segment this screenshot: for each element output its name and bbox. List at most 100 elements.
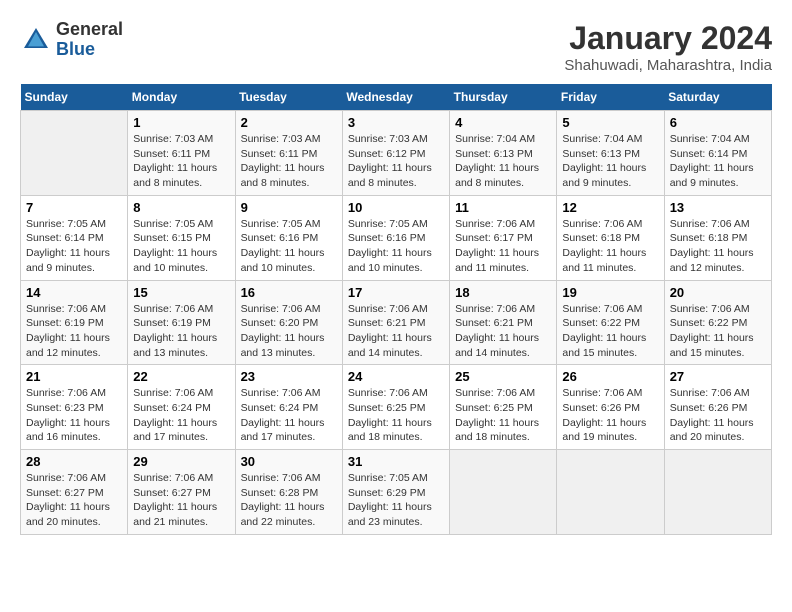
day-number: 21 [26,369,122,384]
calendar-cell [557,450,664,535]
day-number: 28 [26,454,122,469]
day-info: Sunrise: 7:05 AMSunset: 6:16 PMDaylight:… [241,217,337,276]
calendar-cell: 14 Sunrise: 7:06 AMSunset: 6:19 PMDayligh… [21,280,128,365]
day-info: Sunrise: 7:05 AMSunset: 6:15 PMDaylight:… [133,217,229,276]
day-number: 13 [670,200,766,215]
calendar-cell: 16 Sunrise: 7:06 AMSunset: 6:20 PMDayligh… [235,280,342,365]
calendar-cell [21,111,128,196]
calendar-header-row: SundayMondayTuesdayWednesdayThursdayFrid… [21,84,772,111]
calendar-day-header: Friday [557,84,664,111]
day-info: Sunrise: 7:06 AMSunset: 6:26 PMDaylight:… [670,386,766,445]
calendar-body: 1Sunrise: 7:03 AMSunset: 6:11 PMDaylight… [21,111,772,535]
calendar-cell: 1Sunrise: 7:03 AMSunset: 6:11 PMDaylight… [128,111,235,196]
calendar-day-header: Sunday [21,84,128,111]
day-number: 10 [348,200,444,215]
day-info: Sunrise: 7:06 AMSunset: 6:20 PMDaylight:… [241,302,337,361]
logo-blue: Blue [56,40,123,60]
calendar-cell: 18Sunrise: 7:06 AMSunset: 6:21 PMDayligh… [450,280,557,365]
day-number: 16 [241,285,337,300]
subtitle: Shahuwadi, Maharashtra, India [564,57,772,74]
day-info: Sunrise: 7:06 AMSunset: 6:25 PMDaylight:… [455,386,551,445]
calendar-cell: 8 Sunrise: 7:05 AMSunset: 6:15 PMDaylight… [128,195,235,280]
day-info: Sunrise: 7:06 AMSunset: 6:27 PMDaylight:… [133,471,229,530]
day-info: Sunrise: 7:03 AMSunset: 6:11 PMDaylight:… [133,132,229,191]
calendar-week-row: 21 Sunrise: 7:06 AMSunset: 6:23 PMDayligh… [21,365,772,450]
calendar-day-header: Saturday [664,84,771,111]
calendar-cell: 28Sunrise: 7:06 AMSunset: 6:27 PMDayligh… [21,450,128,535]
calendar-week-row: 1Sunrise: 7:03 AMSunset: 6:11 PMDaylight… [21,111,772,196]
day-info: Sunrise: 7:06 AMSunset: 6:18 PMDaylight:… [562,217,658,276]
day-info: Sunrise: 7:05 AMSunset: 6:14 PMDaylight:… [26,217,122,276]
day-number: 30 [241,454,337,469]
day-info: Sunrise: 7:06 AMSunset: 6:28 PMDaylight:… [241,471,337,530]
calendar-cell: 12 Sunrise: 7:06 AMSunset: 6:18 PMDayligh… [557,195,664,280]
calendar-cell: 27 Sunrise: 7:06 AMSunset: 6:26 PMDayligh… [664,365,771,450]
day-number: 12 [562,200,658,215]
day-number: 15 [133,285,229,300]
calendar-cell: 9 Sunrise: 7:05 AMSunset: 6:16 PMDaylight… [235,195,342,280]
day-info: Sunrise: 7:06 AMSunset: 6:22 PMDaylight:… [562,302,658,361]
day-info: Sunrise: 7:03 AMSunset: 6:12 PMDaylight:… [348,132,444,191]
day-info: Sunrise: 7:06 AMSunset: 6:21 PMDaylight:… [348,302,444,361]
calendar-day-header: Monday [128,84,235,111]
day-number: 17 [348,285,444,300]
day-info: Sunrise: 7:06 AMSunset: 6:25 PMDaylight:… [348,386,444,445]
calendar-cell: 4 Sunrise: 7:04 AMSunset: 6:13 PMDaylight… [450,111,557,196]
page-header: General Blue January 2024 Shahuwadi, Mah… [20,20,772,74]
day-number: 3 [348,115,444,130]
day-number: 25 [455,369,551,384]
calendar-cell [664,450,771,535]
day-number: 22 [133,369,229,384]
day-number: 18 [455,285,551,300]
day-number: 29 [133,454,229,469]
calendar-table: SundayMondayTuesdayWednesdayThursdayFrid… [20,84,772,535]
calendar-cell: 23Sunrise: 7:06 AMSunset: 6:24 PMDayligh… [235,365,342,450]
day-number: 8 [133,200,229,215]
day-info: Sunrise: 7:04 AMSunset: 6:14 PMDaylight:… [670,132,766,191]
calendar-cell: 29 Sunrise: 7:06 AMSunset: 6:27 PMDayligh… [128,450,235,535]
day-info: Sunrise: 7:06 AMSunset: 6:22 PMDaylight:… [670,302,766,361]
day-info: Sunrise: 7:06 AMSunset: 6:17 PMDaylight:… [455,217,551,276]
day-info: Sunrise: 7:06 AMSunset: 6:24 PMDaylight:… [241,386,337,445]
day-number: 11 [455,200,551,215]
calendar-cell: 5 Sunrise: 7:04 AMSunset: 6:13 PMDaylight… [557,111,664,196]
day-number: 27 [670,369,766,384]
day-number: 19 [562,285,658,300]
day-info: Sunrise: 7:06 AMSunset: 6:18 PMDaylight:… [670,217,766,276]
calendar-cell: 11 Sunrise: 7:06 AMSunset: 6:17 PMDayligh… [450,195,557,280]
day-info: Sunrise: 7:05 AMSunset: 6:29 PMDaylight:… [348,471,444,530]
calendar-cell: 6Sunrise: 7:04 AMSunset: 6:14 PMDaylight… [664,111,771,196]
calendar-cell: 21 Sunrise: 7:06 AMSunset: 6:23 PMDayligh… [21,365,128,450]
calendar-cell: 30 Sunrise: 7:06 AMSunset: 6:28 PMDayligh… [235,450,342,535]
calendar-cell: 7 Sunrise: 7:05 AMSunset: 6:14 PMDaylight… [21,195,128,280]
main-title: January 2024 [564,20,772,57]
day-info: Sunrise: 7:06 AMSunset: 6:19 PMDaylight:… [26,302,122,361]
day-info: Sunrise: 7:04 AMSunset: 6:13 PMDaylight:… [562,132,658,191]
calendar-week-row: 28 Sunrise: 7:06 AMSunset: 6:27 PMDayligh… [21,450,772,535]
calendar-cell: 3 Sunrise: 7:03 AMSunset: 6:12 PMDaylight… [342,111,449,196]
day-number: 5 [562,115,658,130]
calendar-cell [450,450,557,535]
day-info: Sunrise: 7:03 AMSunset: 6:11 PMDaylight:… [241,132,337,191]
day-info: Sunrise: 7:06 AMSunset: 6:19 PMDaylight:… [133,302,229,361]
calendar-day-header: Wednesday [342,84,449,111]
calendar-cell: 22Sunrise: 7:06 AMSunset: 6:24 PMDayligh… [128,365,235,450]
calendar-day-header: Tuesday [235,84,342,111]
day-number: 14 [26,285,122,300]
day-number: 31 [348,454,444,469]
day-number: 2 [241,115,337,130]
day-number: 20 [670,285,766,300]
day-info: Sunrise: 7:05 AMSunset: 6:16 PMDaylight:… [348,217,444,276]
calendar-cell: 31 Sunrise: 7:05 AMSunset: 6:29 PMDayligh… [342,450,449,535]
calendar-cell: 20 Sunrise: 7:06 AMSunset: 6:22 PMDayligh… [664,280,771,365]
logo-general: General [56,20,123,40]
day-number: 4 [455,115,551,130]
calendar-cell: 15 Sunrise: 7:06 AMSunset: 6:19 PMDayligh… [128,280,235,365]
calendar-week-row: 14 Sunrise: 7:06 AMSunset: 6:19 PMDayligh… [21,280,772,365]
day-info: Sunrise: 7:04 AMSunset: 6:13 PMDaylight:… [455,132,551,191]
day-number: 9 [241,200,337,215]
title-block: January 2024 Shahuwadi, Maharashtra, Ind… [564,20,772,74]
day-info: Sunrise: 7:06 AMSunset: 6:23 PMDaylight:… [26,386,122,445]
calendar-cell: 24Sunrise: 7:06 AMSunset: 6:25 PMDayligh… [342,365,449,450]
day-number: 7 [26,200,122,215]
